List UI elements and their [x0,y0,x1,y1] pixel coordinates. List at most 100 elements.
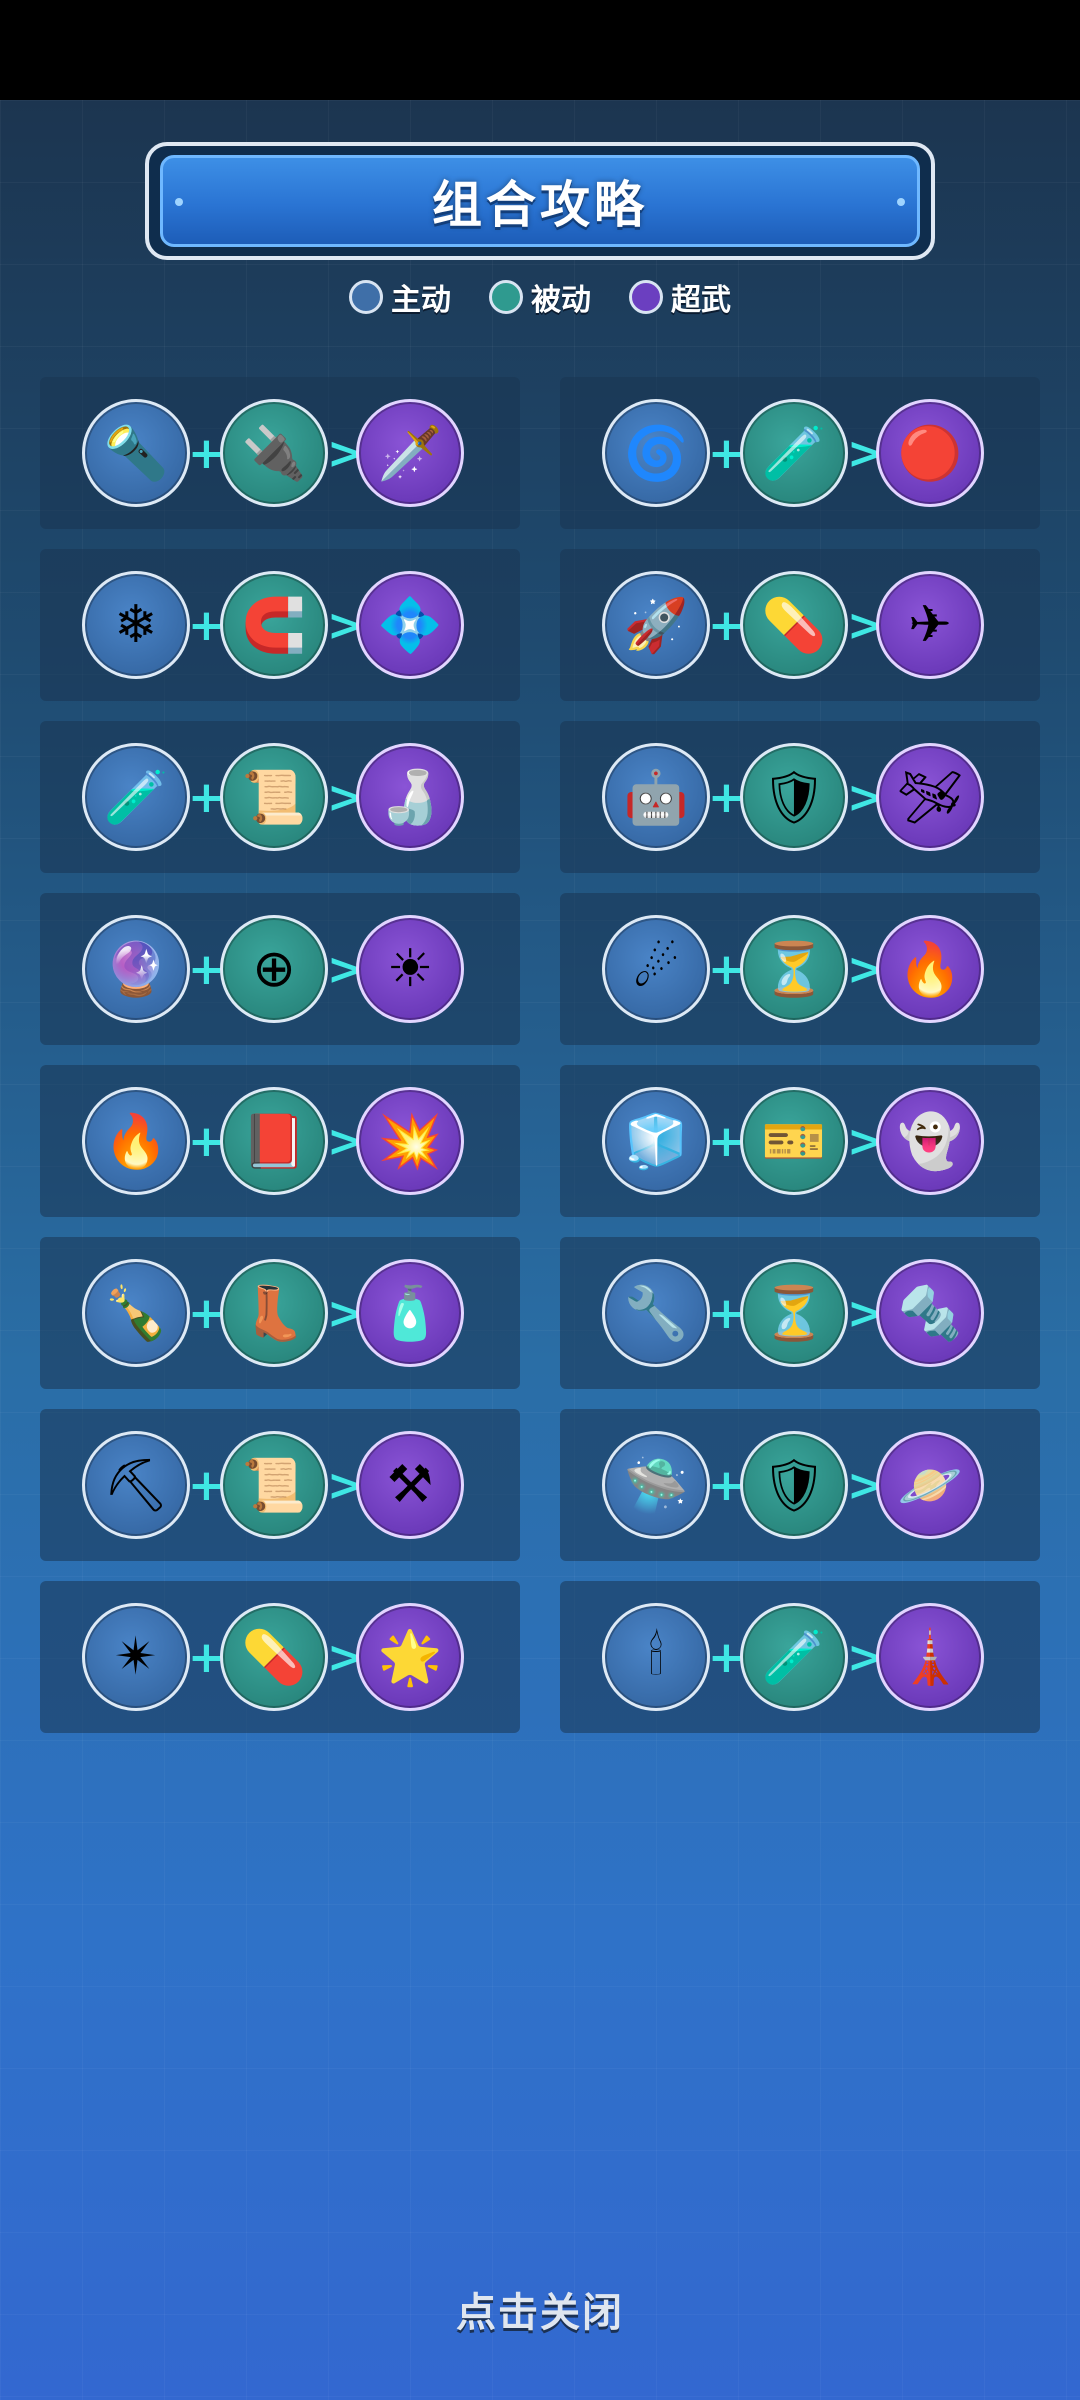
blue-flask-icon: 🧪 [82,743,190,851]
item-glyph: 📜 [241,767,307,828]
item-glyph: 🔩 [897,1283,963,1344]
jet-fighter-dark-icon: ✈ [876,571,984,679]
gold-spiked-ball-icon: 🌟 [356,1603,464,1711]
item-glyph: 🛩 [896,767,963,828]
item-glyph: 💥 [377,1111,443,1172]
plus-icon: + [708,771,745,823]
gold-scroll-icon: 📜 [220,743,328,851]
combo-card: 🧊 + 🎫 > 👻 [560,1065,1040,1217]
chevron-right-icon: > [327,943,364,995]
combo-card: ☄ + ⏳ > 🔥 [560,893,1040,1045]
item-glyph: 🔥 [103,1111,169,1172]
plus-icon: + [708,599,745,651]
purple-bottle-icon: 🧴 [356,1259,464,1367]
combo-card: 🔥 + 📕 > 💥 [40,1065,520,1217]
legend-super: 超武 [629,275,731,319]
twin-rocket-icon: 💥 [356,1087,464,1195]
legend: 主动 被动 超武 [0,275,1080,319]
chevron-right-icon: > [847,1115,884,1167]
plus-icon: + [188,1115,225,1167]
plus-icon: + [708,1459,745,1511]
item-glyph: 🍾 [103,1283,169,1344]
plus-icon: + [188,771,225,823]
ice-shard-icon: ❄ [82,571,190,679]
chevron-right-icon: > [847,943,884,995]
plus-icon: + [188,943,225,995]
item-glyph: 💊 [761,595,827,656]
purple-pipe-icon: 🔩 [876,1259,984,1367]
item-glyph: ☄ [632,939,680,999]
pipe-cannon-icon: 🔧 [602,1259,710,1367]
item-glyph: 🍶 [377,767,443,828]
item-glyph: 📕 [241,1111,307,1172]
legend-super-label: 超武 [671,283,731,318]
item-glyph: 🧴 [377,1283,443,1344]
laser-tower-icon: 🕯 [602,1603,710,1711]
chevron-right-icon: > [847,771,884,823]
item-glyph: ⏳ [761,1283,827,1344]
magnet-icon: 🧲 [220,571,328,679]
item-glyph: 🔌 [241,423,307,484]
plus-icon: + [188,1631,225,1683]
combo-card: 🕯 + 🧪 > 🗼 [560,1581,1040,1733]
close-button[interactable]: 点击关闭 [0,2280,1080,2338]
sun-orb-icon: ☀ [356,915,464,1023]
plus-icon: + [708,1631,745,1683]
item-glyph: 🧪 [761,1627,827,1688]
gold-tower-icon: 🗼 [876,1603,984,1711]
mech-fighter-icon: 🛩 [876,743,984,851]
plus-icon: + [188,427,225,479]
legend-passive-dot [489,280,523,314]
status-bar [0,0,1080,100]
combo-card: 🔦 + 🔌 > 🗡️ [40,377,520,529]
chevron-right-icon: > [847,1459,884,1511]
item-glyph: 🗼 [897,1627,963,1688]
exp-ticket-icon: 🎫 [740,1087,848,1195]
item-glyph: 📜 [241,1455,307,1516]
red-potion-icon: 🧪 [740,399,848,507]
combo-card: 🤖 + 🛡 > 🛩 [560,721,1040,873]
ice-warrior-icon: 🧊 [602,1087,710,1195]
plus-icon: + [708,943,745,995]
chevron-right-icon: > [327,1459,364,1511]
chevron-right-icon: > [847,1287,884,1339]
lightsaber-pink-icon: 🗡️ [356,399,464,507]
item-glyph: 🌟 [377,1627,443,1688]
chevron-right-icon: > [327,1631,364,1683]
rocket-launcher-icon: 🔥 [82,1087,190,1195]
item-glyph: 🗡️ [377,423,443,484]
title-banner: 组合攻略 [160,155,920,247]
item-glyph: 🤖 [623,767,689,828]
banner-rivet [175,198,183,206]
spiked-ball-icon: ✴ [82,1603,190,1711]
item-glyph: 🚀 [623,595,689,656]
combo-guide-screen: 组合攻略 主动 被动 超武 🔦 + 🔌 > 🗡️ 🌀 + 🧪 > 🔴 ❄ + 🧲 > 💠 🚀 + 💊 > ✈ 🧪 + 📜 > 🍶… [0,100,1080,2400]
combo-card: 🧪 + 📜 > 🍶 [40,721,520,873]
item-glyph: 🔥 [897,939,963,1000]
blue-scythe-icon: ⚒ [356,1431,464,1539]
combo-card: 🔮 + ⊕ > ☀ [40,893,520,1045]
legend-active-label: 主动 [391,283,451,318]
legend-super-dot [629,280,663,314]
plus-icon: + [708,1287,745,1339]
boot-icon: 👢 [220,1259,328,1367]
item-glyph: 👢 [241,1283,307,1344]
legend-passive: 被动 [489,275,591,319]
plus-icon: + [188,1459,225,1511]
green-bottle-icon: 🍾 [82,1259,190,1367]
pink-orb-icon: 🔮 [82,915,190,1023]
item-glyph: ☀ [386,939,434,999]
hourglass-icon: ⏳ [740,915,848,1023]
item-glyph: ✴ [114,1627,158,1687]
legend-active-dot [349,280,383,314]
ufo-turret-icon: 🛸 [602,1431,710,1539]
chevron-right-icon: > [327,1287,364,1339]
red-potion-icon: 🧪 [740,1603,848,1711]
item-glyph: ⊕ [252,939,296,999]
yellow-jar-icon: 🍶 [356,743,464,851]
fire-meteor-icon: 🔥 [876,915,984,1023]
item-glyph: 🔧 [623,1283,689,1344]
item-glyph: ❄ [114,595,158,655]
bullet-capsule-icon: 💊 [220,1603,328,1711]
jet-fighter-icon: 🚀 [602,571,710,679]
